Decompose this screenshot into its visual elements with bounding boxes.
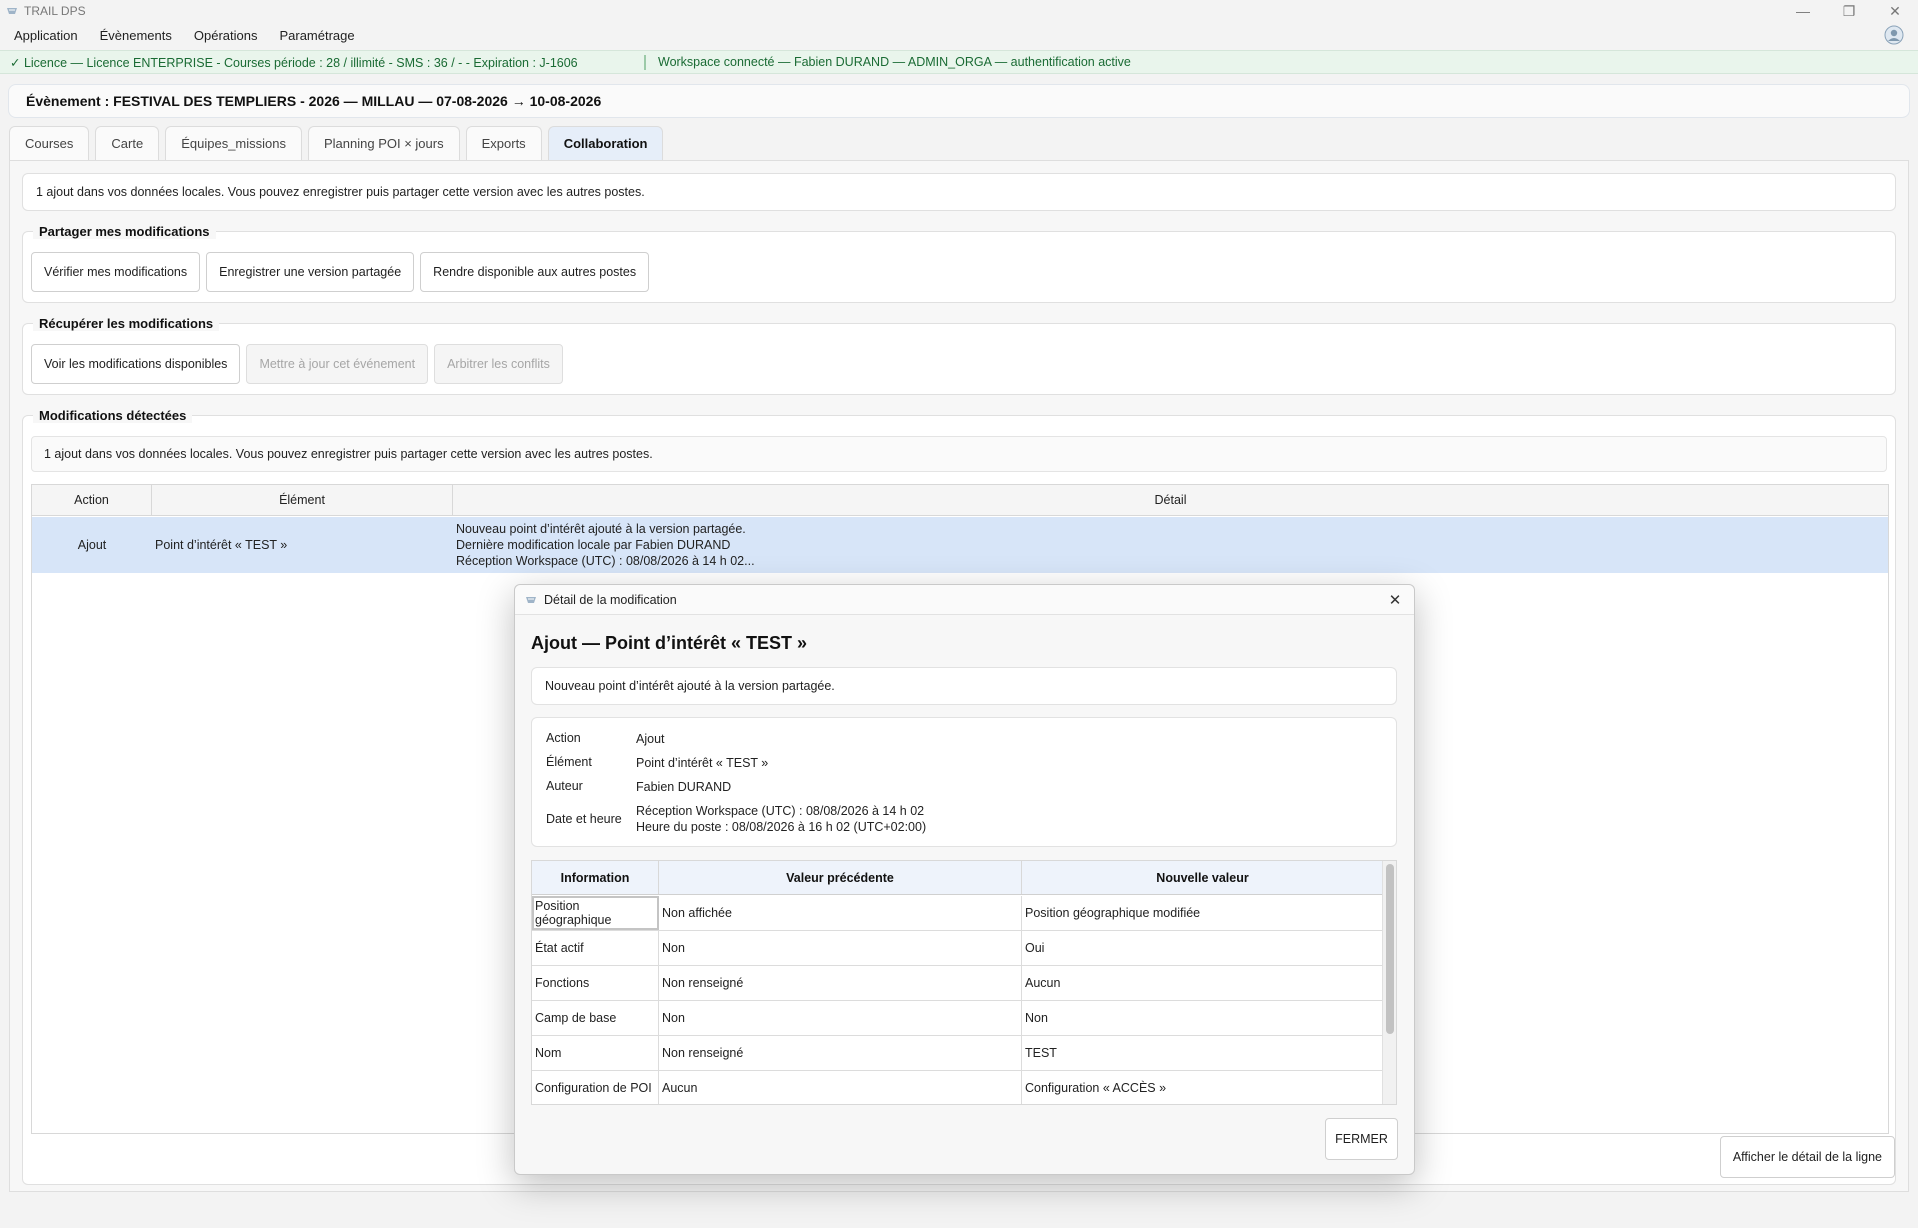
cell-information[interactable]: Position géographique <box>532 896 659 930</box>
table-row[interactable]: Nom Non renseigné TEST <box>532 1036 1384 1071</box>
row-detail-line: Dernière modification locale par Fabien … <box>456 538 731 552</box>
minimize-button[interactable]: — <box>1780 0 1826 22</box>
close-dialog-button[interactable]: FERMER <box>1325 1118 1398 1160</box>
meta-datetime-line: Réception Workspace (UTC) : 08/08/2026 à… <box>636 804 925 818</box>
licence-text: ✓ Licence — Licence ENTERPRISE - Courses… <box>0 54 646 70</box>
menu-operations[interactable]: Opérations <box>194 28 258 43</box>
cell-new-value[interactable]: TEST <box>1022 1036 1384 1070</box>
update-event-button[interactable]: Mettre à jour cet événement <box>246 344 429 384</box>
meta-author-value: Fabien DURAND <box>636 780 732 794</box>
row-detail-line: Réception Workspace (UTC) : 08/08/2026 à… <box>456 554 755 568</box>
scrollbar-thumb[interactable] <box>1386 864 1394 1034</box>
share-group: Partager mes modifications Vérifier mes … <box>22 224 1896 303</box>
maximize-button[interactable]: ❐ <box>1826 0 1872 22</box>
column-element[interactable]: Élément <box>152 485 453 515</box>
column-new-value[interactable]: Nouvelle valeur <box>1022 861 1384 894</box>
cell-new-value[interactable]: Oui <box>1022 931 1384 965</box>
status-bar <box>0 1196 1918 1228</box>
cell-information[interactable]: Fonctions <box>532 966 659 1000</box>
app-logo-icon <box>526 596 536 603</box>
main-tabs: Courses Carte Équipes_missions Planning … <box>9 126 669 160</box>
user-avatar-icon[interactable] <box>1882 24 1906 46</box>
window-titlebar: TRAIL DPS — ❐ ✕ <box>0 0 1918 22</box>
meta-datetime-label: Date et heure <box>546 812 622 826</box>
column-detail[interactable]: Détail <box>453 485 1888 515</box>
meta-element-label: Élément <box>546 755 592 769</box>
changes-table-header: Action Élément Détail <box>32 485 1888 516</box>
table-row[interactable]: Configuration de POI Aucun Configuration… <box>532 1071 1384 1104</box>
tab-collaboration[interactable]: Collaboration <box>547 126 664 160</box>
tab-exports[interactable]: Exports <box>465 126 542 160</box>
share-group-title: Partager mes modifications <box>33 224 216 239</box>
column-information[interactable]: Information <box>532 861 659 894</box>
window-close-button[interactable]: ✕ <box>1872 0 1918 22</box>
table-row[interactable]: Camp de base Non Non <box>532 1001 1384 1036</box>
meta-datetime-value: Réception Workspace (UTC) : 08/08/2026 à… <box>636 803 926 835</box>
menu-bar: Application Évènements Opérations Paramé… <box>0 22 1918 48</box>
cell-previous-value[interactable]: Non <box>659 1001 1022 1035</box>
modification-detail-dialog: Détail de la modification ✕ Ajout — Poin… <box>514 584 1415 1175</box>
dialog-close-icon[interactable]: ✕ <box>1384 589 1406 611</box>
tab-courses[interactable]: Courses <box>9 126 90 160</box>
cell-previous-value[interactable]: Non <box>659 931 1022 965</box>
cell-new-value[interactable]: Non <box>1022 1001 1384 1035</box>
tab-equipes-missions[interactable]: Équipes_missions <box>165 126 302 160</box>
cell-new-value[interactable]: Aucun <box>1022 966 1384 1000</box>
resolve-conflicts-button[interactable]: Arbitrer les conflits <box>434 344 563 384</box>
menu-application[interactable]: Application <box>14 28 78 43</box>
dialog-title: Détail de la modification <box>544 592 677 607</box>
column-previous-value[interactable]: Valeur précédente <box>659 861 1022 894</box>
comparison-table: Information Valeur précédente Nouvelle v… <box>531 860 1397 1105</box>
modification-metadata: Action Ajout Élément Point d’intérêt « T… <box>531 717 1397 847</box>
dialog-heading: Ajout — Point d’intérêt « TEST » <box>531 633 808 653</box>
verify-changes-button[interactable]: Vérifier mes modifications <box>31 252 201 292</box>
cell-information[interactable]: Camp de base <box>532 1001 659 1035</box>
cell-new-value[interactable]: Configuration « ACCÈS » <box>1022 1071 1384 1104</box>
cell-previous-value[interactable]: Non affichée <box>659 896 1022 930</box>
row-element: Point d’intérêt « TEST » <box>155 538 288 552</box>
column-action[interactable]: Action <box>32 485 152 515</box>
make-available-button[interactable]: Rendre disponible aux autres postes <box>420 252 650 292</box>
meta-author-label: Auteur <box>546 779 583 793</box>
collab-info: 1 ajout dans vos données locales. Vous p… <box>22 173 1896 211</box>
row-detail: Nouveau point d’intérêt ajouté à la vers… <box>453 517 1888 573</box>
cell-information[interactable]: Nom <box>532 1036 659 1070</box>
view-available-changes-button[interactable]: Voir les modifications disponibles <box>31 344 241 384</box>
table-row[interactable]: Ajout Point d’intérêt « TEST » Nouveau p… <box>32 517 1888 573</box>
dialog-summary: Nouveau point d’intérêt ajouté à la vers… <box>531 667 1397 705</box>
detected-info: 1 ajout dans vos données locales. Vous p… <box>31 436 1887 472</box>
cell-previous-value[interactable]: Aucun <box>659 1071 1022 1104</box>
row-detail-line: Nouveau point d’intérêt ajouté à la vers… <box>456 522 746 536</box>
meta-element-value: Point d’intérêt « TEST » <box>636 756 769 770</box>
table-row[interactable]: Fonctions Non renseigné Aucun <box>532 966 1384 1001</box>
table-row[interactable]: État actif Non Oui <box>532 931 1384 966</box>
table-scrollbar[interactable] <box>1382 861 1396 1104</box>
menu-parametrage[interactable]: Paramétrage <box>279 28 354 43</box>
meta-action-label: Action <box>546 731 581 745</box>
workspace-status: Workspace connecté — Fabien DURAND — ADM… <box>658 55 1131 69</box>
tab-carte[interactable]: Carte <box>95 126 160 160</box>
fetch-group: Récupérer les modifications Voir les mod… <box>22 316 1896 395</box>
window-title: TRAIL DPS <box>24 4 86 18</box>
dialog-titlebar: Détail de la modification ✕ <box>515 585 1414 615</box>
menu-evenements[interactable]: Évènements <box>100 28 172 43</box>
table-row[interactable]: Position géographique Non affichée Posit… <box>532 896 1384 931</box>
tab-planning-poi[interactable]: Planning POI × jours <box>308 126 460 160</box>
cell-information[interactable]: État actif <box>532 931 659 965</box>
meta-datetime-line: Heure du poste : 08/08/2026 à 16 h 02 (U… <box>636 820 927 834</box>
comparison-table-header: Information Valeur précédente Nouvelle v… <box>532 861 1384 895</box>
show-row-detail-button[interactable]: Afficher le détail de la ligne <box>1719 1136 1895 1178</box>
detected-group-title: Modifications détectées <box>33 408 193 423</box>
cell-previous-value[interactable]: Non renseigné <box>659 1036 1022 1070</box>
save-shared-version-button[interactable]: Enregistrer une version partagée <box>206 252 415 292</box>
fetch-group-title: Récupérer les modifications <box>33 316 220 331</box>
licence-status-bar: ✓ Licence — Licence ENTERPRISE - Courses… <box>0 50 1918 74</box>
app-logo-icon <box>7 8 17 14</box>
event-title: Évènement : FESTIVAL DES TEMPLIERS - 202… <box>8 84 1910 118</box>
cell-previous-value[interactable]: Non renseigné <box>659 966 1022 1000</box>
row-action: Ajout <box>77 538 107 552</box>
meta-action-value: Ajout <box>636 732 665 746</box>
cell-new-value[interactable]: Position géographique modifiée <box>1022 896 1384 930</box>
cell-information[interactable]: Configuration de POI <box>532 1071 659 1104</box>
